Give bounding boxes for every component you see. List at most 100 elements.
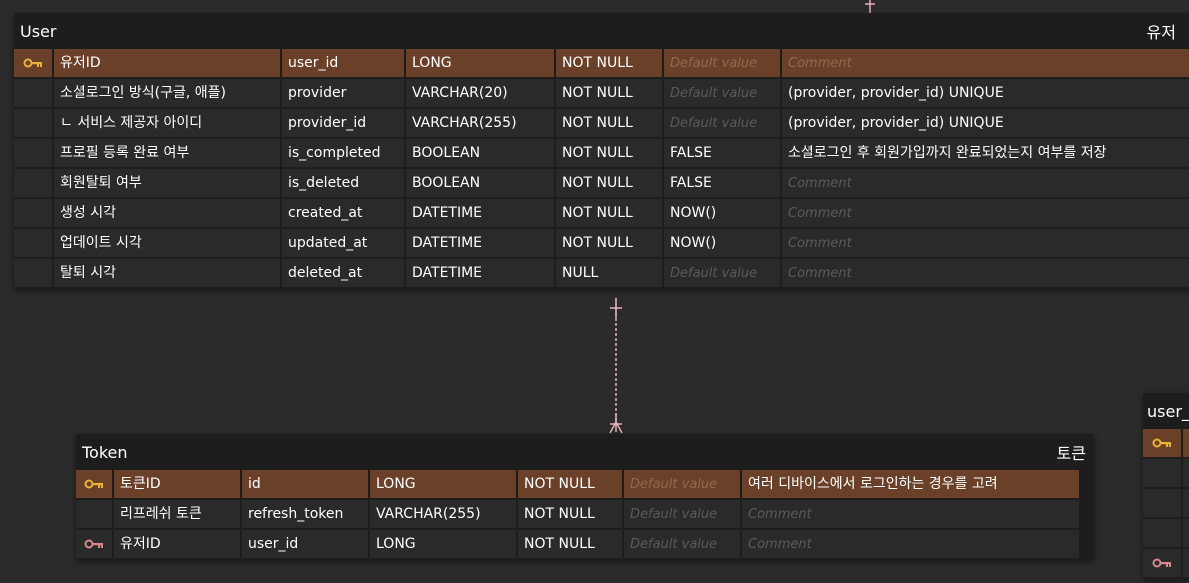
physical-name-cell[interactable]: created_at	[282, 199, 404, 227]
key-cell[interactable]	[14, 199, 52, 227]
user-table-header[interactable]: User 유저	[14, 13, 1189, 49]
token-table[interactable]: Token 토큰 토큰ID id LONG NOT NULL Default value…	[76, 434, 1094, 560]
physical-name-cell[interactable]: deleted_at	[282, 259, 404, 287]
nullable-cell[interactable]: NOT NULL	[556, 49, 662, 77]
data-type-cell[interactable]: DATETIME	[406, 199, 554, 227]
column-row[interactable]	[1143, 429, 1189, 457]
logical-name-cell[interactable]: 리프레쉬 토큰	[114, 500, 240, 528]
default-value-cell[interactable]: Default value	[664, 79, 780, 107]
physical-name-cell[interactable]: updated_at	[282, 229, 404, 257]
comment-cell[interactable]: Comment	[782, 169, 1189, 197]
column-row[interactable]: 프로필 등록 완료 여부 is_completed BOOLEAN NOT NULL F…	[14, 139, 1189, 167]
key-cell[interactable]	[14, 109, 52, 137]
comment-cell[interactable]: Comment	[782, 49, 1189, 77]
comment-cell[interactable]: 소셜로그인 후 회원가입까지 완료되었는지 여부를 저장	[782, 139, 1189, 167]
data-type-cell[interactable]: DATETIME	[406, 229, 554, 257]
data-type-cell[interactable]: BOOLEAN	[406, 169, 554, 197]
key-cell[interactable]	[1143, 489, 1181, 517]
key-cell[interactable]	[14, 229, 52, 257]
nullable-cell[interactable]: NULL	[556, 259, 662, 287]
default-value-cell[interactable]: FALSE	[664, 169, 780, 197]
default-value-cell[interactable]: NOW()	[664, 229, 780, 257]
nullable-cell[interactable]: NOT NULL	[556, 79, 662, 107]
comment-cell[interactable]: Comment	[742, 530, 1079, 558]
physical-name-cell[interactable]: is_completed	[282, 139, 404, 167]
logical-name-cell[interactable]	[1183, 519, 1189, 547]
nullable-cell[interactable]: NOT NULL	[518, 530, 622, 558]
comment-cell[interactable]: 여러 디바이스에서 로그인하는 경우를 고려	[742, 470, 1079, 498]
data-type-cell[interactable]: BOOLEAN	[406, 139, 554, 167]
column-row[interactable]	[1143, 519, 1189, 547]
column-row[interactable]: 업데이트 시각 updated_at DATETIME NOT NULL NOW() Co…	[14, 229, 1189, 257]
logical-name-cell[interactable]	[1183, 489, 1189, 517]
data-type-cell[interactable]: LONG	[370, 530, 516, 558]
nullable-cell[interactable]: NOT NULL	[556, 169, 662, 197]
default-value-cell[interactable]: Default value	[664, 49, 780, 77]
column-row[interactable]: 소셜로그인 방식(구글, 애플) provider VARCHAR(20) NOT N…	[14, 79, 1189, 107]
user-table[interactable]: User 유저 유저ID user_id LONG NOT NULL Default v…	[14, 13, 1189, 289]
key-cell[interactable]	[14, 49, 52, 77]
nullable-cell[interactable]: NOT NULL	[518, 470, 622, 498]
default-value-cell[interactable]: Default value	[624, 530, 740, 558]
key-cell[interactable]	[1143, 549, 1181, 577]
column-row[interactable]: 토큰ID id LONG NOT NULL Default value 여러 디바이스에서…	[76, 470, 1094, 498]
nullable-cell[interactable]: NOT NULL	[556, 199, 662, 227]
nullable-cell[interactable]: NOT NULL	[556, 229, 662, 257]
column-row[interactable]: 탈퇴 시각 deleted_at DATETIME NULL Default value…	[14, 259, 1189, 287]
logical-name-cell[interactable]: 유저ID	[114, 530, 240, 558]
column-row[interactable]: 회원탈퇴 여부 is_deleted BOOLEAN NOT NULL FALSE Com…	[14, 169, 1189, 197]
logical-name-cell[interactable]: 토큰ID	[114, 470, 240, 498]
comment-cell[interactable]: Comment	[742, 500, 1079, 528]
data-type-cell[interactable]: VARCHAR(20)	[406, 79, 554, 107]
key-cell[interactable]	[1143, 429, 1181, 457]
logical-name-cell[interactable]: 탈퇴 시각	[54, 259, 280, 287]
nullable-cell[interactable]: NOT NULL	[556, 109, 662, 137]
logical-name-cell[interactable]: 생성 시각	[54, 199, 280, 227]
physical-name-cell[interactable]: refresh_token	[242, 500, 368, 528]
logical-name-cell[interactable]	[1183, 459, 1189, 487]
physical-name-cell[interactable]: user_id	[282, 49, 404, 77]
data-type-cell[interactable]: LONG	[370, 470, 516, 498]
user-partial-table[interactable]: user_	[1143, 393, 1189, 579]
key-cell[interactable]	[76, 470, 112, 498]
partial-table-header[interactable]: user_	[1143, 393, 1189, 429]
logical-name-cell[interactable]: 유저ID	[54, 49, 280, 77]
data-type-cell[interactable]: DATETIME	[406, 259, 554, 287]
logical-name-cell[interactable]	[1183, 549, 1189, 577]
default-value-cell[interactable]: Default value	[664, 109, 780, 137]
default-value-cell[interactable]: Default value	[664, 259, 780, 287]
physical-name-cell[interactable]: provider_id	[282, 109, 404, 137]
comment-cell[interactable]: (provider, provider_id) UNIQUE	[782, 79, 1189, 107]
relation-user-token[interactable]	[605, 296, 627, 434]
nullable-cell[interactable]: NOT NULL	[556, 139, 662, 167]
column-row[interactable]: 생성 시각 created_at DATETIME NOT NULL NOW() Comm…	[14, 199, 1189, 227]
key-cell[interactable]	[14, 259, 52, 287]
logical-name-cell[interactable]: 소셜로그인 방식(구글, 애플)	[54, 79, 280, 107]
logical-name-cell[interactable]: ㄴ 서비스 제공자 아이디	[54, 109, 280, 137]
comment-cell[interactable]: Comment	[782, 199, 1189, 227]
comment-cell[interactable]: Comment	[782, 259, 1189, 287]
key-cell[interactable]	[14, 79, 52, 107]
data-type-cell[interactable]: VARCHAR(255)	[406, 109, 554, 137]
logical-name-cell[interactable]: 프로필 등록 완료 여부	[54, 139, 280, 167]
column-row[interactable]	[1143, 489, 1189, 517]
data-type-cell[interactable]: VARCHAR(255)	[370, 500, 516, 528]
comment-cell[interactable]: Comment	[782, 229, 1189, 257]
comment-cell[interactable]: (provider, provider_id) UNIQUE	[782, 109, 1189, 137]
column-row[interactable]: 유저ID user_id LONG NOT NULL Default value Comm…	[14, 49, 1189, 77]
column-row[interactable]: 리프레쉬 토큰 refresh_token VARCHAR(255) NOT NULL…	[76, 500, 1094, 528]
physical-name-cell[interactable]: user_id	[242, 530, 368, 558]
logical-name-cell[interactable]: 업데이트 시각	[54, 229, 280, 257]
key-cell[interactable]	[76, 500, 112, 528]
token-table-header[interactable]: Token 토큰	[76, 434, 1094, 470]
key-cell[interactable]	[14, 139, 52, 167]
physical-name-cell[interactable]: id	[242, 470, 368, 498]
column-row[interactable]	[1143, 459, 1189, 487]
logical-name-cell[interactable]	[1183, 429, 1189, 457]
column-row[interactable]	[1143, 549, 1189, 577]
default-value-cell[interactable]: NOW()	[664, 199, 780, 227]
column-row[interactable]: 유저ID user_id LONG NOT NULL Default value Comm…	[76, 530, 1094, 558]
default-value-cell[interactable]: FALSE	[664, 139, 780, 167]
physical-name-cell[interactable]: provider	[282, 79, 404, 107]
key-cell[interactable]	[76, 530, 112, 558]
